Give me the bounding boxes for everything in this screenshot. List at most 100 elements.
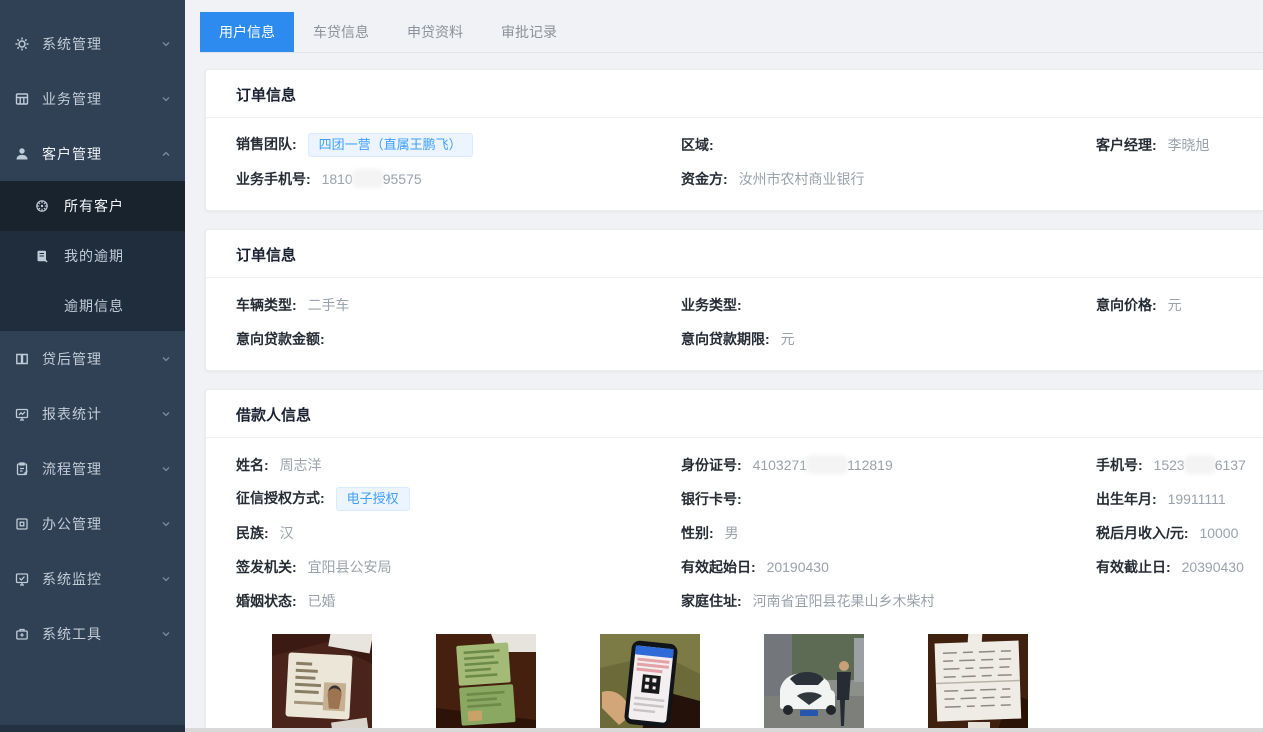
field-label: 家庭住址: [681, 593, 742, 609]
sidebar-item-all-customers[interactable]: 所有客户 [0, 181, 185, 231]
order-info-card-1: 订单信息 销售团队: 四团一营（直属王鹏飞） 区域: 客户经理: [205, 69, 1263, 211]
field-mobile: 手机号: 15236137 [1096, 455, 1253, 475]
tab-approval-records[interactable]: 审批记录 [482, 12, 576, 52]
field-value: 二手车 [308, 297, 350, 313]
sidebar-item-my-overdue[interactable]: 我的逾期 [0, 231, 185, 281]
photo-id-card[interactable]: 本人照 [272, 634, 372, 732]
sidebar-item-report-stats[interactable]: 报表统计 [0, 386, 185, 441]
card-title: 订单信息 [206, 230, 1263, 278]
field-row: 姓名: 周志洋 身份证号: 4103271112819 手机号: 1523613… [236, 448, 1253, 482]
field-funder: 资金方: 汝州市农村商业银行 [681, 169, 1096, 189]
field-value: 元 [781, 331, 795, 347]
sidebar-item-label: 系统工具 [42, 624, 161, 644]
card-body: 销售团队: 四团一营（直属王鹏飞） 区域: 客户经理: 李晓旭 [206, 118, 1263, 210]
field-value: 15236137 [1154, 457, 1246, 473]
field-label: 区域: [681, 137, 714, 153]
card-title: 借款人信息 [206, 390, 1263, 438]
field-business-type: 业务类型: [681, 295, 1096, 315]
sidebar-item-customer-mgmt[interactable]: 客户管理 [0, 126, 185, 181]
field-gender: 性别: 男 [681, 523, 1096, 543]
user-icon [14, 146, 30, 162]
field-row: 销售团队: 四团一营（直属王鹏飞） 区域: 客户经理: 李晓旭 [236, 128, 1253, 162]
field-row: 车辆类型: 二手车 业务类型: 意向价格: 元 [236, 288, 1253, 322]
sidebar-item-label: 业务管理 [42, 89, 161, 109]
horizontal-scrollbar[interactable] [185, 728, 1263, 732]
field-customer-manager: 客户经理: 李晓旭 [1096, 135, 1253, 155]
field-label: 税后月收入/元: [1096, 525, 1189, 541]
field-sales-team: 销售团队: 四团一营（直属王鹏飞） [236, 133, 681, 157]
field-row: 民族: 汉 性别: 男 税后月收入/元: 10000 [236, 516, 1253, 550]
censor-blur [809, 458, 845, 471]
field-row: 征信授权方式: 电子授权 银行卡号: 出生年月: 19911111 [236, 482, 1253, 516]
field-value: 男 [725, 525, 739, 541]
field-label: 签发机关: [236, 559, 297, 575]
field-row: 签发机关: 宜阳县公安局 有效起始日: 20190430 有效截止日: 2039… [236, 550, 1253, 584]
sidebar-item-process-mgmt[interactable]: 流程管理 [0, 441, 185, 496]
photo-person-with-car[interactable]: 人车合影 [764, 634, 864, 732]
sidebar-item-post-loan-mgmt[interactable]: 贷后管理 [0, 331, 185, 386]
grid-icon [14, 91, 30, 107]
field-value: 汉 [280, 525, 294, 541]
person-car-photo-image [764, 634, 864, 732]
field-label: 手机号: [1096, 457, 1143, 473]
field-loan-amount: 意向贷款金额: [236, 329, 681, 349]
field-value: 宜阳县公安局 [308, 559, 392, 575]
sidebar-item-office-mgmt[interactable]: 办公管理 [0, 496, 185, 551]
field-business-phone: 业务手机号: 181095575 [236, 169, 681, 189]
chevron-down-icon [161, 409, 171, 419]
phone-qr-photo-image [600, 634, 700, 732]
tab-loan-application-docs[interactable]: 申贷资料 [388, 12, 482, 52]
sidebar-item-label: 系统管理 [42, 34, 161, 54]
chevron-down-icon [161, 574, 171, 584]
chevron-down-icon [161, 39, 171, 49]
sidebar-item-label: 所有客户 [64, 196, 185, 216]
field-marital-status: 婚姻状态: 已婚 [236, 591, 681, 611]
field-intent-price: 意向价格: 元 [1096, 295, 1253, 315]
wheel-icon [34, 198, 50, 214]
sidebar-item-label: 我的逾期 [64, 246, 185, 266]
field-value: 4103271112819 [753, 457, 893, 473]
censor-blur [355, 172, 381, 185]
field-row: 婚姻状态: 已婚 家庭住址: 河南省宜阳县花果山乡木柴村 [236, 584, 1253, 618]
field-id-number: 身份证号: 4103271112819 [681, 455, 1096, 475]
app-window: 系统管理 业务管理 [0, 0, 1263, 732]
field-row: 意向贷款金额: 意向贷款期限: 元 [236, 322, 1253, 356]
card-body: 姓名: 周志洋 身份证号: 4103271112819 手机号: 1523613… [206, 438, 1263, 732]
field-label: 身份证号: [681, 457, 742, 473]
chevron-down-icon [161, 629, 171, 639]
booklet-photo-image [436, 634, 536, 732]
field-birth: 出生年月: 19911111 [1096, 489, 1253, 509]
field-label: 业务手机号: [236, 171, 311, 187]
gear-icon [14, 36, 30, 52]
field-region: 区域: [681, 135, 1096, 155]
monitor-check-icon [14, 571, 30, 587]
field-value: 周志洋 [280, 457, 322, 473]
sidebar-item-business-mgmt[interactable]: 业务管理 [0, 71, 185, 126]
field-label: 意向贷款期限: [681, 331, 770, 347]
tab-car-loan-info[interactable]: 车贷信息 [294, 12, 388, 52]
photo-handwritten-form[interactable]: 其他材料 [928, 634, 1028, 732]
field-label: 意向价格: [1096, 297, 1157, 313]
field-value: 10000 [1199, 525, 1238, 541]
photo-document-booklet[interactable]: 身份证正反面 [436, 634, 536, 732]
customer-mgmt-submenu: 所有客户 我的逾期 逾期信息 [0, 181, 185, 331]
chevron-down-icon [161, 94, 171, 104]
field-value: 20390430 [1182, 559, 1244, 575]
sidebar-item-system-mgmt[interactable]: 系统管理 [0, 16, 185, 71]
sidebar-nav: 系统管理 业务管理 [0, 0, 185, 661]
field-label: 销售团队: [236, 136, 297, 152]
tab-user-info[interactable]: 用户信息 [200, 12, 294, 52]
sidebar-item-overdue-info[interactable]: 逾期信息 [0, 281, 185, 331]
clipboard-edit-icon [14, 461, 30, 477]
borrower-info-card: 借款人信息 姓名: 周志洋 身份证号: 4103271112819 手机号: [205, 389, 1263, 732]
sidebar-item-system-tools[interactable]: 系统工具 [0, 606, 185, 661]
sidebar-item-label: 办公管理 [42, 514, 161, 534]
card-title: 订单信息 [206, 70, 1263, 118]
notebook-icon [34, 248, 50, 264]
photo-credit-auth-qr[interactable]: 征信授权 [600, 634, 700, 732]
document-photos: 本人照 [272, 634, 1253, 732]
field-value: 李晓旭 [1168, 137, 1210, 153]
field-label: 业务类型: [681, 297, 742, 313]
sidebar-item-system-monitor[interactable]: 系统监控 [0, 551, 185, 606]
field-value: 19911111 [1168, 491, 1226, 507]
